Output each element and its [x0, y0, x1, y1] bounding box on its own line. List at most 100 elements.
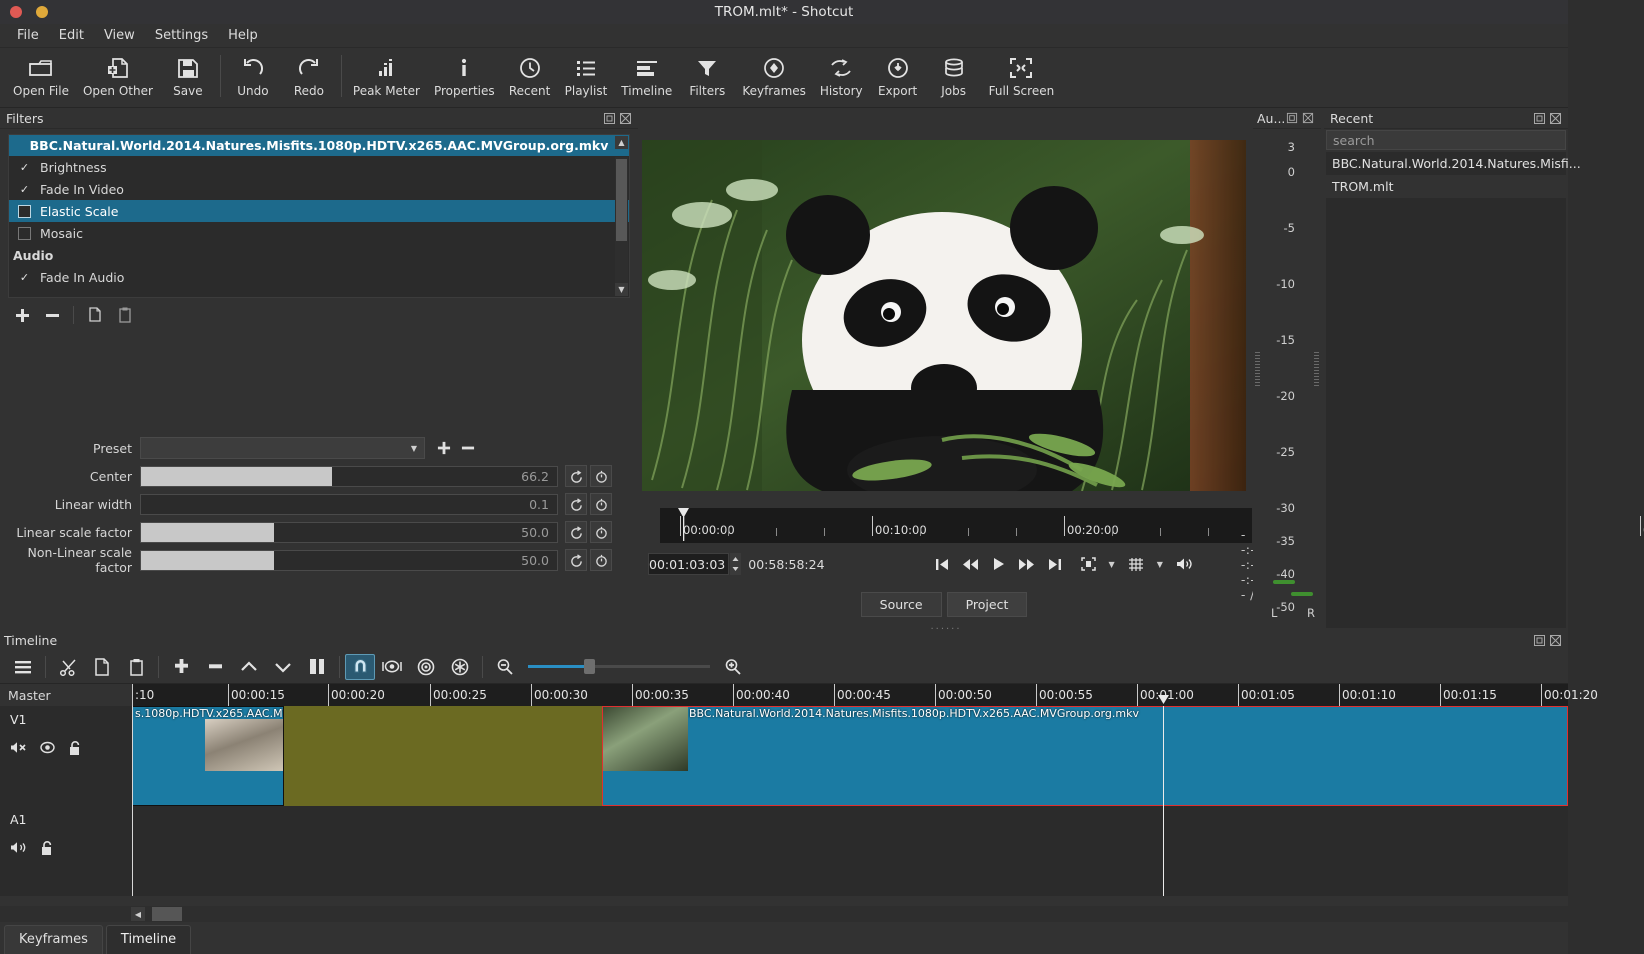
menu-item-view[interactable]: View	[95, 25, 144, 46]
menu-item-file[interactable]: File	[8, 25, 48, 46]
check-icon[interactable]: ✓	[18, 271, 31, 284]
minimize-window-button[interactable]	[36, 6, 48, 18]
timeline-menu-button[interactable]	[6, 653, 40, 681]
list-item[interactable]: TROM.mlt	[1326, 175, 1566, 198]
toolbar-redo[interactable]: Redo	[281, 53, 337, 98]
filter-row-brightness[interactable]: ✓ Brightness	[9, 156, 629, 178]
position-spinner[interactable]	[730, 553, 742, 575]
track-body-v1[interactable]: s.1080p.HDTV.x265.AAC.MVGroup.org. BBC.N…	[132, 706, 1568, 806]
keyframe-param-button[interactable]	[590, 493, 612, 515]
lock-icon[interactable]	[68, 741, 82, 756]
toolbar-save[interactable]: Save	[160, 53, 216, 98]
panel-splitter-left[interactable]	[1255, 352, 1260, 386]
grid-icon[interactable]	[1128, 557, 1144, 572]
reset-param-button[interactable]	[565, 465, 587, 487]
toolbar-full-screen[interactable]: Full Screen	[982, 53, 1062, 98]
toolbar-filters[interactable]: Filters	[679, 53, 735, 98]
tab-project[interactable]: Project	[946, 592, 1028, 617]
reset-param-button[interactable]	[565, 493, 587, 515]
filter-list[interactable]: BBC.Natural.World.2014.Natures.Misfits.1…	[8, 134, 630, 298]
zoom-out-button[interactable]	[488, 653, 522, 681]
tab-timeline[interactable]: Timeline	[105, 925, 192, 954]
menu-item-settings[interactable]: Settings	[146, 25, 217, 46]
ripple-delete-button[interactable]	[198, 653, 232, 681]
linear-scale-factor-slider[interactable]: 50.0	[140, 521, 558, 543]
float-panel-icon[interactable]	[1533, 634, 1546, 647]
close-panel-icon[interactable]	[619, 112, 632, 125]
close-window-button[interactable]	[10, 6, 22, 18]
lock-icon[interactable]	[40, 841, 54, 856]
filter-row-elastic-scale[interactable]: Elastic Scale	[9, 200, 629, 222]
menu-item-help[interactable]: Help	[219, 25, 267, 46]
zoom-in-button[interactable]	[716, 653, 750, 681]
check-icon[interactable]: ✓	[18, 161, 31, 174]
toolbar-recent[interactable]: Recent	[502, 53, 558, 98]
track-head-a1[interactable]: A1	[0, 806, 132, 896]
float-panel-icon[interactable]	[603, 112, 616, 125]
scroll-down-icon[interactable]: ▼	[615, 283, 628, 296]
toolbar-history[interactable]: History	[813, 53, 870, 98]
linear-width-slider[interactable]: 0.1	[140, 493, 558, 515]
filter-list-scrollbar[interactable]: ▲ ▼	[615, 136, 628, 296]
filter-row-fade-in-video[interactable]: ✓ Fade In Video	[9, 178, 629, 200]
timeline-clip[interactable]: BBC.Natural.World.2014.Natures.Misfits.1…	[602, 706, 1568, 806]
keyframe-param-button[interactable]	[590, 549, 612, 571]
copy-button[interactable]	[85, 653, 119, 681]
toolbar-properties[interactable]: Properties	[427, 53, 502, 98]
current-position-field[interactable]: 00:01:03:03	[648, 553, 730, 575]
add-preset-button[interactable]	[433, 437, 455, 459]
filter-row-mosaic[interactable]: Mosaic	[9, 222, 629, 244]
timeline-ruler[interactable]: :10 00:00:15 00:00:20 00:00:25 00:00:30 …	[132, 684, 1598, 706]
reset-param-button[interactable]	[565, 521, 587, 543]
paste-filters-button[interactable]	[113, 304, 137, 326]
timeline-horizontal-scrollbar[interactable]: ◀	[0, 906, 1568, 922]
close-panel-icon[interactable]	[1549, 634, 1562, 647]
checkbox-icon[interactable]	[18, 204, 31, 218]
fast-forward-icon[interactable]	[1018, 558, 1035, 571]
scrollbar-thumb[interactable]	[616, 159, 627, 241]
tab-source[interactable]: Source	[860, 592, 942, 617]
skip-end-icon[interactable]	[1048, 558, 1062, 571]
add-filter-button[interactable]	[10, 304, 34, 326]
toolbar-jobs[interactable]: Jobs	[926, 53, 982, 98]
append-button[interactable]	[164, 653, 198, 681]
play-icon[interactable]	[992, 557, 1005, 571]
mute-icon[interactable]	[10, 741, 27, 756]
timeline-zoom-slider[interactable]	[528, 658, 710, 676]
split-button[interactable]	[300, 653, 334, 681]
lift-button[interactable]	[232, 653, 266, 681]
preset-select[interactable]: ▼	[140, 437, 425, 459]
slider-thumb[interactable]	[584, 659, 595, 674]
keyframe-param-button[interactable]	[590, 521, 612, 543]
check-icon[interactable]: ✓	[18, 183, 31, 196]
copy-filters-button[interactable]	[83, 304, 107, 326]
hide-icon[interactable]	[40, 741, 55, 756]
close-panel-icon[interactable]	[1302, 112, 1315, 125]
volume-icon[interactable]	[1176, 557, 1193, 571]
toolbar-timeline[interactable]: Timeline	[614, 53, 679, 98]
filter-row-fade-in-audio[interactable]: ✓ Fade In Audio	[9, 266, 629, 288]
tab-keyframes[interactable]: Keyframes	[4, 925, 103, 954]
ripple-all-tracks-toggle[interactable]	[443, 653, 477, 681]
recent-search-input[interactable]: search	[1326, 130, 1566, 150]
scroll-up-icon[interactable]: ▲	[615, 136, 628, 149]
track-body-a1[interactable]	[132, 806, 1568, 896]
track-head-v1[interactable]: V1	[0, 706, 132, 806]
keyframe-param-button[interactable]	[590, 465, 612, 487]
toolbar-export[interactable]: Export	[870, 53, 926, 98]
toolbar-open-other[interactable]: Open Other	[76, 53, 160, 98]
scroll-left-icon[interactable]: ◀	[131, 907, 145, 921]
center-slider[interactable]: 66.2	[140, 465, 558, 487]
skip-start-icon[interactable]	[935, 558, 949, 571]
snap-toggle[interactable]	[345, 653, 375, 680]
toolbar-undo[interactable]: Undo	[225, 53, 281, 98]
chevron-down-icon[interactable]: ▼	[1109, 560, 1115, 569]
non-linear-scale-factor-slider[interactable]: 50.0	[140, 549, 558, 571]
recent-list[interactable]: BBC.Natural.World.2014.Natures.Misfi... …	[1326, 152, 1581, 628]
toolbar-playlist[interactable]: Playlist	[558, 53, 615, 98]
rewind-icon[interactable]	[962, 558, 979, 571]
menu-item-edit[interactable]: Edit	[50, 25, 93, 46]
toolbar-open-file[interactable]: Open File	[6, 53, 76, 98]
checkbox-icon[interactable]	[18, 226, 31, 240]
overwrite-button[interactable]	[266, 653, 300, 681]
